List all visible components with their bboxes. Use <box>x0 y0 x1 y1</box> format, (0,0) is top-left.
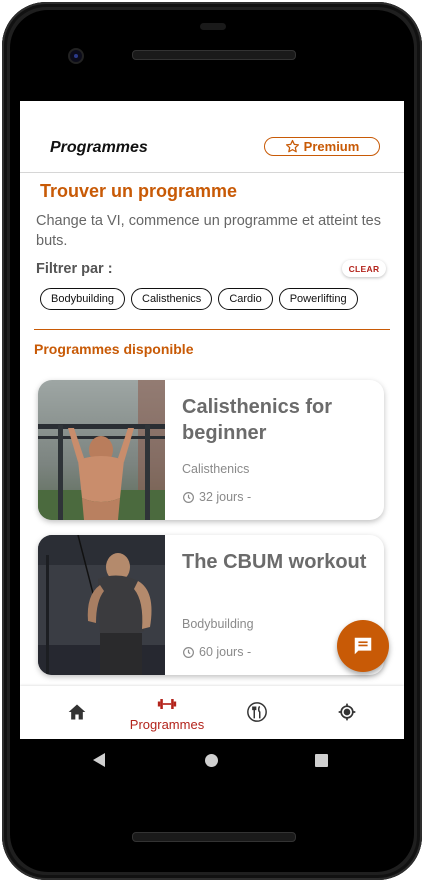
premium-button[interactable]: Premium <box>264 137 380 156</box>
nav-nutrition[interactable] <box>209 686 305 739</box>
home-icon <box>65 700 89 724</box>
premium-label: Premium <box>303 139 360 154</box>
bottom-speaker <box>132 832 296 842</box>
earpiece <box>200 23 226 30</box>
front-camera <box>68 48 84 64</box>
nav-location[interactable] <box>299 686 395 739</box>
app-bar: Programmes Premium <box>20 123 404 173</box>
page-title: Programmes <box>50 139 148 156</box>
program-duration: 60 jours - <box>182 645 251 659</box>
program-category: Calisthenics <box>182 462 250 476</box>
star-icon <box>285 139 299 153</box>
clock-icon <box>183 646 194 658</box>
bottom-navigation: Programmes <box>20 686 404 739</box>
program-image <box>38 380 165 520</box>
program-card[interactable]: The CBUM workout Bodybuilding 60 jours - <box>38 535 384 675</box>
chat-icon <box>354 637 372 655</box>
available-programs-title: Programmes disponible <box>34 341 194 357</box>
location-icon <box>335 700 359 724</box>
chat-fab[interactable] <box>337 620 389 672</box>
filter-chip-calisthenics[interactable]: Calisthenics <box>131 288 213 310</box>
home-button-icon[interactable] <box>205 754 218 767</box>
program-title: The CBUM workout <box>182 551 367 573</box>
program-category: Bodybuilding <box>182 617 254 631</box>
app-screen: Programmes Premium Trouver un programme … <box>20 101 404 739</box>
filter-chip-powerlifting[interactable]: Powerlifting <box>278 288 358 310</box>
clear-filter-button[interactable]: CLEAR <box>342 260 386 277</box>
food-icon <box>245 700 269 724</box>
nav-programmes-label: Programmes <box>129 717 205 732</box>
program-image <box>38 535 165 675</box>
filter-label: Filtrer par : <box>36 261 113 277</box>
filter-chip-cardio[interactable]: Cardio <box>218 288 273 310</box>
find-program-title: Trouver un programme <box>40 181 238 201</box>
back-icon[interactable] <box>93 753 105 767</box>
nav-programmes[interactable]: Programmes <box>119 686 215 739</box>
clock-icon <box>183 491 194 503</box>
filter-chips: Bodybuilding Calisthenics Cardio Powerlifti… <box>40 288 392 312</box>
program-duration-text: 32 jours - <box>199 490 252 504</box>
section-divider <box>34 329 390 330</box>
top-speaker <box>132 50 296 60</box>
recents-icon[interactable] <box>315 754 328 767</box>
find-program-description: Change ta VI, commence un programme et a… <box>36 213 381 249</box>
nav-home[interactable] <box>29 686 125 739</box>
system-navigation-bar <box>20 740 404 784</box>
program-card[interactable]: Calisthenics for beginner Calisthenics 3… <box>38 380 384 520</box>
program-duration: 32 jours - <box>182 490 251 504</box>
dumbbell-icon <box>155 692 179 716</box>
program-duration-text: 60 jours - <box>199 645 252 659</box>
program-title: Calisthenics for beginner <box>182 396 333 444</box>
filter-chip-bodybuilding[interactable]: Bodybuilding <box>40 288 125 310</box>
